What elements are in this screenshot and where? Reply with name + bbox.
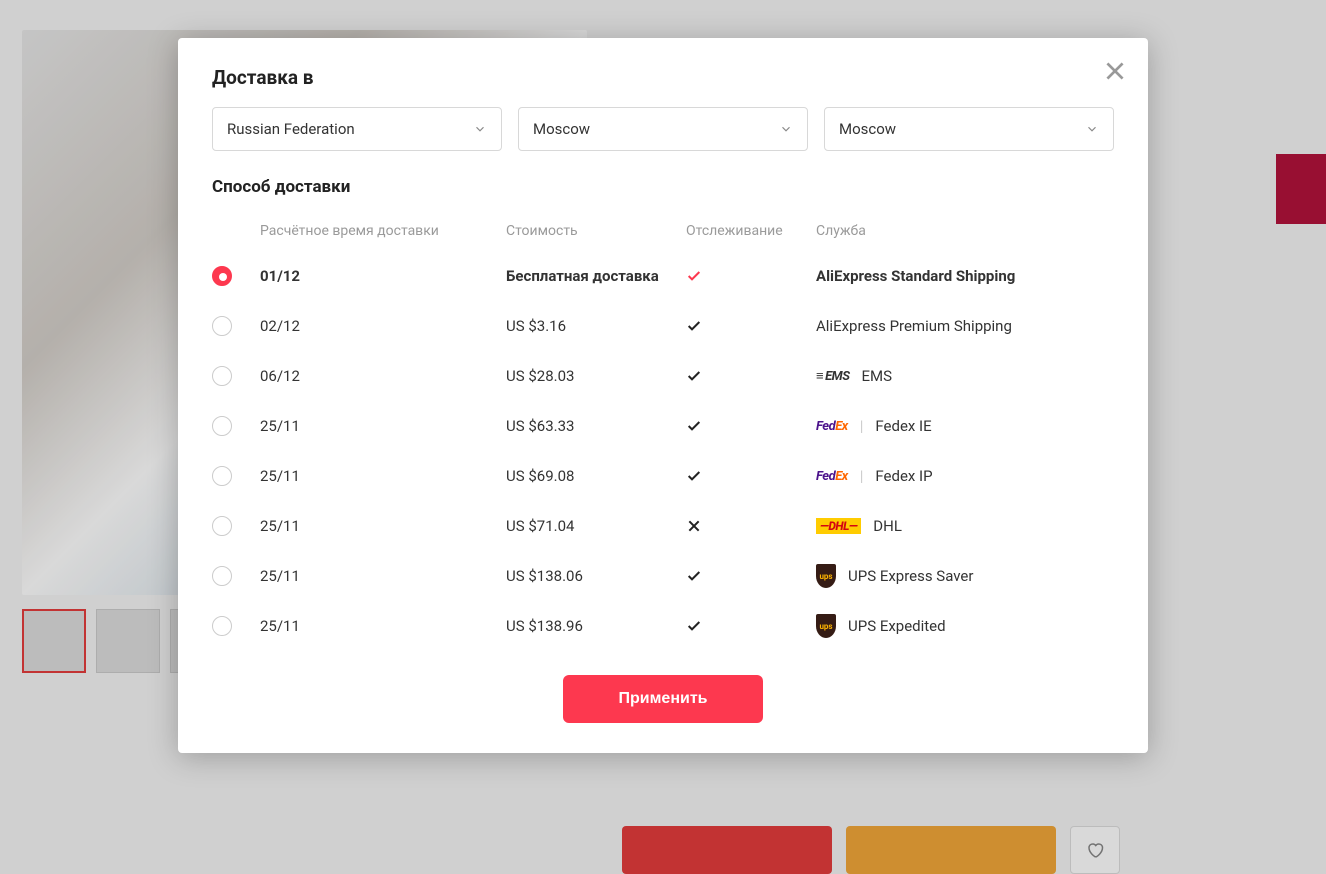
shipping-service: FedEx|Fedex IP — [816, 467, 1114, 485]
check-icon — [686, 268, 702, 284]
shipping-cost: US $71.04 — [506, 517, 686, 535]
radio-button[interactable] — [212, 366, 232, 386]
shipping-service: ups UPS Expedited — [816, 614, 1114, 638]
delivery-date: 06/12 — [260, 367, 506, 385]
shipping-option-row[interactable]: 25/11US $138.06 ups UPS Express Saver — [212, 551, 1114, 601]
header-cost: Стоимость — [506, 223, 686, 239]
delivery-date: 01/12 — [260, 267, 506, 285]
header-tracking: Отслеживание — [686, 223, 816, 239]
radio-button[interactable] — [212, 616, 232, 636]
shipping-option-row[interactable]: 25/11US $138.96 ups UPS Expedited — [212, 601, 1114, 651]
region-value: Moscow — [533, 120, 590, 138]
shipping-cost: US $69.08 — [506, 467, 686, 485]
delivery-date: 25/11 — [260, 467, 506, 485]
delivery-date: 02/12 — [260, 317, 506, 335]
country-select[interactable]: Russian Federation — [212, 107, 502, 151]
city-select[interactable]: Moscow — [824, 107, 1114, 151]
check-icon — [686, 318, 702, 334]
shipping-service: EMS EMS — [816, 367, 1114, 385]
tracking-status — [686, 418, 816, 434]
shipping-method-title: Способ доставки — [212, 177, 1114, 197]
tracking-status — [686, 568, 816, 584]
shipping-option-row[interactable]: 25/11US $69.08 FedEx|Fedex IP — [212, 451, 1114, 501]
shipping-service: AliExpress Standard Shipping — [816, 267, 1114, 285]
shipping-option-row[interactable]: 01/12Бесплатная доставка AliExpress Stand… — [212, 251, 1114, 301]
chevron-down-icon — [473, 122, 487, 136]
modal-title: Доставка в — [212, 66, 1114, 89]
city-value: Moscow — [839, 120, 896, 138]
dhl-logo: —DHL— — [816, 518, 861, 534]
shipping-modal: Доставка в Russian Federation Moscow Mos… — [178, 38, 1148, 753]
shipping-service: AliExpress Premium Shipping — [816, 317, 1114, 335]
shipping-option-row[interactable]: 06/12US $28.03 EMS EMS — [212, 351, 1114, 401]
header-date: Расчётное время доставки — [260, 223, 506, 239]
delivery-date: 25/11 — [260, 567, 506, 585]
x-icon — [686, 518, 702, 534]
fedex-logo: FedEx — [816, 419, 848, 434]
shipping-cost: Бесплатная доставка — [506, 267, 686, 285]
shipping-service: FedEx|Fedex IE — [816, 417, 1114, 435]
shipping-cost: US $138.06 — [506, 567, 686, 585]
region-select[interactable]: Moscow — [518, 107, 808, 151]
modal-overlay: Доставка в Russian Federation Moscow Mos… — [0, 0, 1326, 874]
shipping-service: —DHL— DHL — [816, 517, 1114, 535]
radio-button[interactable] — [212, 316, 232, 336]
shipping-cost: US $28.03 — [506, 367, 686, 385]
shipping-option-row[interactable]: 02/12US $3.16 AliExpress Premium Shipping — [212, 301, 1114, 351]
tracking-status — [686, 318, 816, 334]
tracking-status — [686, 518, 816, 534]
tracking-status — [686, 468, 816, 484]
shipping-cost: US $138.96 — [506, 617, 686, 635]
service-name: EMS — [862, 367, 893, 385]
check-icon — [686, 468, 702, 484]
radio-button[interactable] — [212, 266, 232, 286]
ups-logo: ups — [816, 614, 836, 638]
shipping-service: ups UPS Express Saver — [816, 564, 1114, 588]
fedex-logo: FedEx — [816, 469, 848, 484]
close-button[interactable] — [1102, 58, 1128, 84]
radio-button[interactable] — [212, 416, 232, 436]
country-value: Russian Federation — [227, 120, 355, 138]
check-icon — [686, 618, 702, 634]
header-service: Служба — [816, 223, 1114, 239]
delivery-date: 25/11 — [260, 617, 506, 635]
tracking-status — [686, 618, 816, 634]
ups-logo: ups — [816, 564, 836, 588]
chevron-down-icon — [779, 122, 793, 136]
service-name: UPS Express Saver — [848, 567, 973, 585]
shipping-option-row[interactable]: 25/11US $71.04 —DHL— DHL — [212, 501, 1114, 551]
chevron-down-icon — [1085, 122, 1099, 136]
check-icon — [686, 368, 702, 384]
service-name: Fedex IE — [875, 417, 931, 435]
ems-logo: EMS — [816, 368, 850, 384]
service-name: UPS Expedited — [848, 617, 946, 635]
service-name: AliExpress Standard Shipping — [816, 267, 1015, 285]
tracking-status — [686, 368, 816, 384]
delivery-date: 25/11 — [260, 517, 506, 535]
table-header-row: Расчётное время доставки Стоимость Отсле… — [212, 211, 1114, 251]
radio-button[interactable] — [212, 466, 232, 486]
check-icon — [686, 418, 702, 434]
service-name: DHL — [873, 517, 902, 535]
tracking-status — [686, 268, 816, 284]
service-name: Fedex IP — [875, 467, 932, 485]
radio-button[interactable] — [212, 516, 232, 536]
check-icon — [686, 568, 702, 584]
apply-button[interactable]: Применить — [563, 675, 763, 723]
shipping-option-row[interactable]: 25/11US $63.33 FedEx|Fedex IE — [212, 401, 1114, 451]
shipping-table: Расчётное время доставки Стоимость Отсле… — [212, 211, 1114, 651]
delivery-date: 25/11 — [260, 417, 506, 435]
radio-button[interactable] — [212, 566, 232, 586]
shipping-cost: US $3.16 — [506, 317, 686, 335]
shipping-cost: US $63.33 — [506, 417, 686, 435]
service-name: AliExpress Premium Shipping — [816, 317, 1012, 335]
